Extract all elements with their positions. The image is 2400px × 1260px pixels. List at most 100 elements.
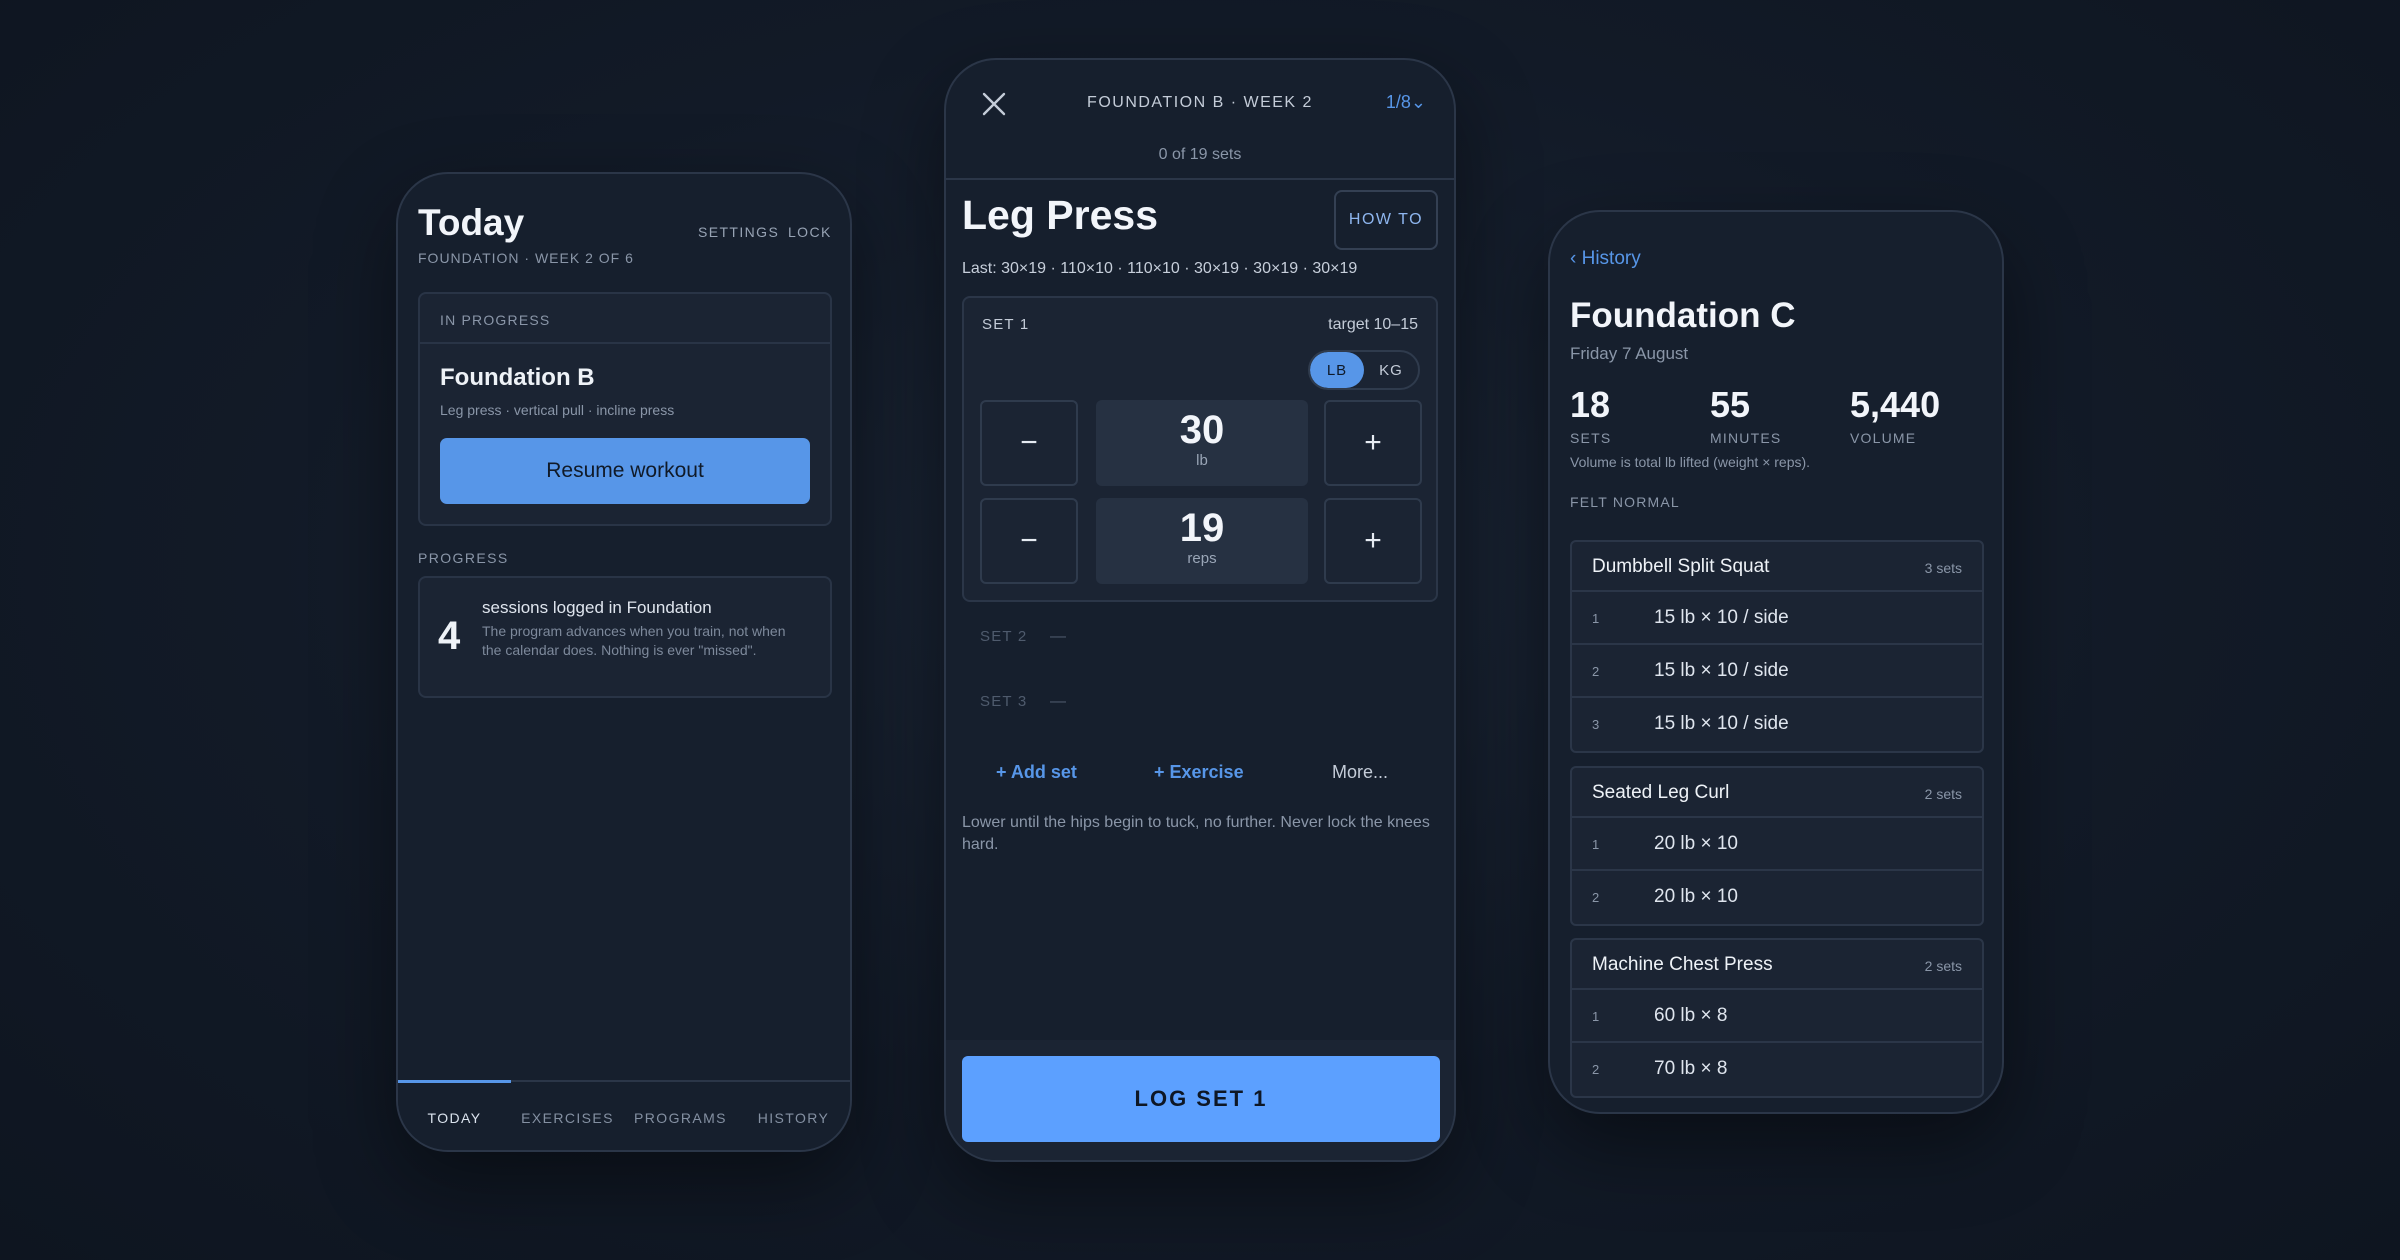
set-index: 2 [1592, 664, 1600, 679]
set-row: 1 20 lb × 10 [1572, 818, 1982, 871]
set-target: target 10–15 [1328, 316, 1418, 333]
set-row: 1 60 lb × 8 [1572, 990, 1982, 1043]
set-index: 2 [1592, 1062, 1600, 1077]
pending-set-value: — [1050, 628, 1066, 645]
weight-increment-button[interactable]: + [1324, 400, 1422, 486]
log-screen: FOUNDATION B · WEEK 2 1/8⌄ 0 of 19 sets … [944, 58, 1456, 1162]
exercise-card-header: Machine Chest Press 2 sets [1572, 940, 1982, 990]
exercise-note: Lower until the hips begin to tuck, no f… [962, 814, 1430, 853]
reps-unit: reps [1187, 550, 1217, 567]
set-row: 2 20 lb × 10 [1572, 871, 1982, 924]
add-exercise-link[interactable]: + Exercise [1154, 762, 1244, 783]
how-to-button[interactable]: HOW TO [1334, 190, 1438, 250]
weight-decrement-button[interactable]: − [980, 400, 1078, 486]
stat-label: SETS [1570, 430, 1612, 446]
weight-value[interactable]: 30 lb [1096, 400, 1308, 486]
stat-volume: 5,440 VOLUME [1850, 384, 1940, 446]
set-index: 1 [1592, 611, 1600, 626]
set-row: 2 70 lb × 8 [1572, 1043, 1982, 1096]
tab-exercises[interactable]: EXERCISES [511, 1082, 624, 1150]
exercise-card: Machine Chest Press 2 sets 1 60 lb × 8 2… [1570, 938, 1984, 1098]
unit-toggle: LB KG [1308, 350, 1420, 390]
set-value: 15 lb × 10 / side [1654, 660, 1789, 681]
tab-bar: TODAY EXERCISES PROGRAMS HISTORY [398, 1080, 850, 1150]
workout-week-title: FOUNDATION B · WEEK 2 [1087, 94, 1313, 111]
exercise-set-count: 2 sets [1924, 958, 1962, 974]
reps-value[interactable]: 19 reps [1096, 498, 1308, 584]
workout-exercises: Leg press · vertical pull · incline pres… [440, 402, 675, 418]
more-link[interactable]: More... [1332, 762, 1388, 783]
sessions-text: sessions logged in Foundation [482, 598, 712, 617]
program-subtitle: FOUNDATION · WEEK 2 OF 6 [418, 250, 634, 266]
stat-value: 18 [1570, 384, 1611, 425]
set-value: 15 lb × 10 / side [1654, 607, 1789, 628]
sets-progress: 0 of 19 sets [1158, 146, 1242, 163]
resume-workout-button[interactable]: Resume workout [440, 438, 810, 504]
today-screen: Today FOUNDATION · WEEK 2 OF 6 SETTINGS … [396, 172, 852, 1152]
lock-link[interactable]: LOCK [788, 224, 832, 240]
in-progress-label: IN PROGRESS [420, 294, 830, 344]
set-value: 60 lb × 8 [1654, 1005, 1728, 1026]
reps-decrement-button[interactable]: − [980, 498, 1078, 584]
history-screen: ‹ History Foundation C Friday 7 August 1… [1548, 210, 2004, 1114]
set-value: 70 lb × 8 [1654, 1058, 1728, 1079]
pending-set-label[interactable]: SET 2 [980, 628, 1027, 645]
exercise-counter-dropdown[interactable]: 1/8⌄ [1386, 92, 1426, 113]
exercise-set-count: 2 sets [1924, 786, 1962, 802]
stat-label: MINUTES [1710, 430, 1782, 446]
set-row: 2 15 lb × 10 / side [1572, 645, 1982, 698]
session-date: Friday 7 August [1570, 344, 1689, 363]
add-set-link[interactable]: + Add set [996, 762, 1077, 783]
exercise-title: Leg Press [962, 192, 1158, 238]
exercise-name: Machine Chest Press [1592, 954, 1773, 975]
tab-programs[interactable]: PROGRAMS [624, 1082, 737, 1150]
workout-name: Foundation B [440, 364, 595, 391]
tab-history[interactable]: HISTORY [737, 1082, 850, 1150]
exercise-card: Seated Leg Curl 2 sets 1 20 lb × 10 2 20… [1570, 766, 1984, 926]
log-set-button[interactable]: LOG SET 1 [962, 1056, 1440, 1142]
pending-set-label[interactable]: SET 3 [980, 693, 1027, 710]
progress-card: 4 sessions logged in Foundation The prog… [418, 576, 832, 698]
set-index: 1 [1592, 837, 1600, 852]
stat-minutes: 55 MINUTES [1710, 384, 1781, 446]
back-to-history-link[interactable]: ‹ History [1570, 248, 1641, 270]
unit-lb-option[interactable]: LB [1310, 352, 1364, 388]
unit-kg-option[interactable]: KG [1364, 352, 1418, 388]
volume-note: Volume is total lb lifted (weight × reps… [1570, 454, 1811, 470]
set-value: 20 lb × 10 [1654, 833, 1738, 854]
page-title: Today [418, 202, 525, 243]
session-title: Foundation C [1570, 296, 1796, 335]
weight-unit: lb [1196, 452, 1208, 469]
in-progress-card: IN PROGRESS Foundation B Leg press · ver… [418, 292, 832, 526]
set-index: 3 [1592, 717, 1600, 732]
stat-sets: 18 SETS [1570, 384, 1611, 446]
exercise-name: Dumbbell Split Squat [1592, 556, 1770, 577]
sessions-count: 4 [438, 614, 461, 658]
set-value: 20 lb × 10 [1654, 886, 1738, 907]
weight-number: 30 [1179, 408, 1225, 452]
exercise-card: Dumbbell Split Squat 3 sets 1 15 lb × 10… [1570, 540, 1984, 753]
set-label: SET 1 [982, 316, 1030, 333]
set-row: 1 15 lb × 10 / side [1572, 592, 1982, 645]
exercise-card-header: Seated Leg Curl 2 sets [1572, 768, 1982, 818]
current-set-panel: SET 1 target 10–15 LB KG − 30 lb + − 19 … [962, 296, 1438, 602]
set-value: 15 lb × 10 / side [1654, 713, 1789, 734]
log-header: FOUNDATION B · WEEK 2 1/8⌄ 0 of 19 sets [946, 60, 1454, 180]
exercise-name: Seated Leg Curl [1592, 782, 1730, 803]
stat-value: 5,440 [1850, 384, 1941, 425]
stat-label: VOLUME [1850, 430, 1917, 446]
felt-label: FELT NORMAL [1570, 494, 1680, 510]
last-performance: Last: 30×19 · 110×10 · 110×10 · 30×19 · … [962, 260, 1358, 277]
stat-value: 55 [1710, 384, 1751, 425]
set-row: 3 15 lb × 10 / side [1572, 698, 1982, 751]
reps-number: 19 [1179, 506, 1225, 550]
log-footer: LOG SET 1 [946, 1040, 1454, 1160]
reps-increment-button[interactable]: + [1324, 498, 1422, 584]
exercise-card-header: Dumbbell Split Squat 3 sets [1572, 542, 1982, 592]
set-index: 2 [1592, 890, 1600, 905]
exercise-set-count: 3 sets [1924, 560, 1962, 576]
settings-link[interactable]: SETTINGS [698, 224, 779, 240]
progress-label: PROGRESS [418, 550, 509, 566]
set-index: 1 [1592, 1009, 1600, 1024]
tab-today[interactable]: TODAY [398, 1080, 511, 1150]
